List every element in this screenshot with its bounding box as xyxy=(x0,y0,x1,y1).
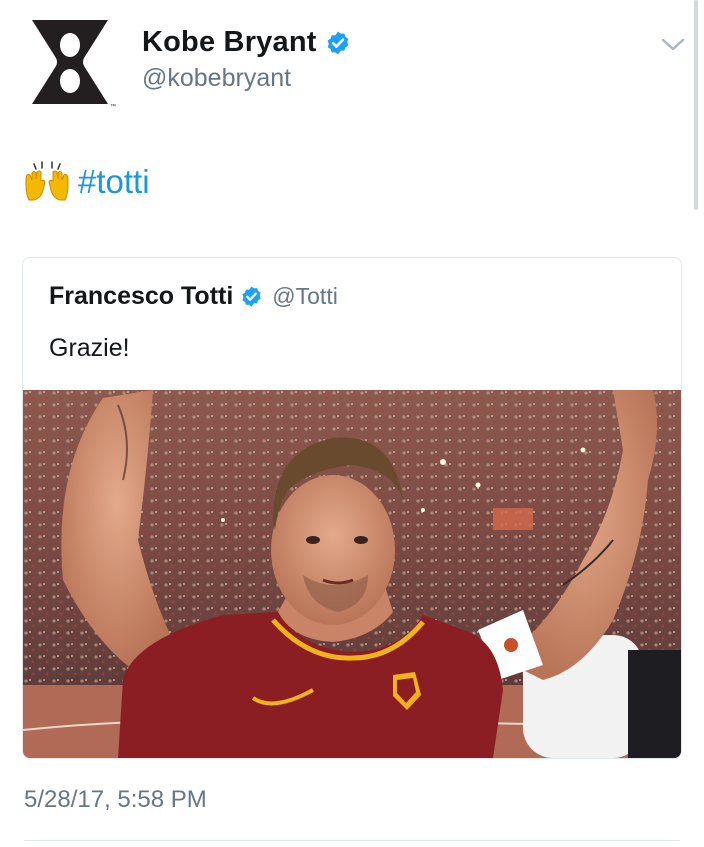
tweet-timestamp[interactable]: 5/28/17, 5:58 PM xyxy=(24,786,207,814)
divider xyxy=(24,840,680,841)
author-handle[interactable]: @kobebryant xyxy=(142,64,291,93)
svg-text:™: ™ xyxy=(110,103,116,110)
verified-badge-icon xyxy=(327,31,348,54)
quoted-tweet-photo[interactable] xyxy=(23,390,681,758)
quoted-tweet-header: Francesco Totti @Totti xyxy=(49,282,338,311)
author-display-name[interactable]: Kobe Bryant xyxy=(142,26,317,59)
author-name-row[interactable]: Kobe Bryant xyxy=(142,26,351,59)
scrollbar[interactable] xyxy=(694,0,698,210)
verified-badge-icon xyxy=(242,286,261,307)
raising-hands-emoji-icon xyxy=(25,161,69,201)
avatar[interactable]: ™ xyxy=(22,14,118,110)
quoted-tweet-text: Grazie! xyxy=(49,334,130,362)
tweet-text: #totti xyxy=(24,160,150,204)
quoted-author-name[interactable]: Francesco Totti xyxy=(49,282,233,311)
chevron-down-icon[interactable] xyxy=(660,36,686,54)
hashtag-link[interactable]: #totti xyxy=(78,163,150,201)
quoted-tweet-card[interactable]: Francesco Totti @Totti Grazie! xyxy=(22,257,682,759)
quoted-author-handle[interactable]: @Totti xyxy=(272,283,338,310)
